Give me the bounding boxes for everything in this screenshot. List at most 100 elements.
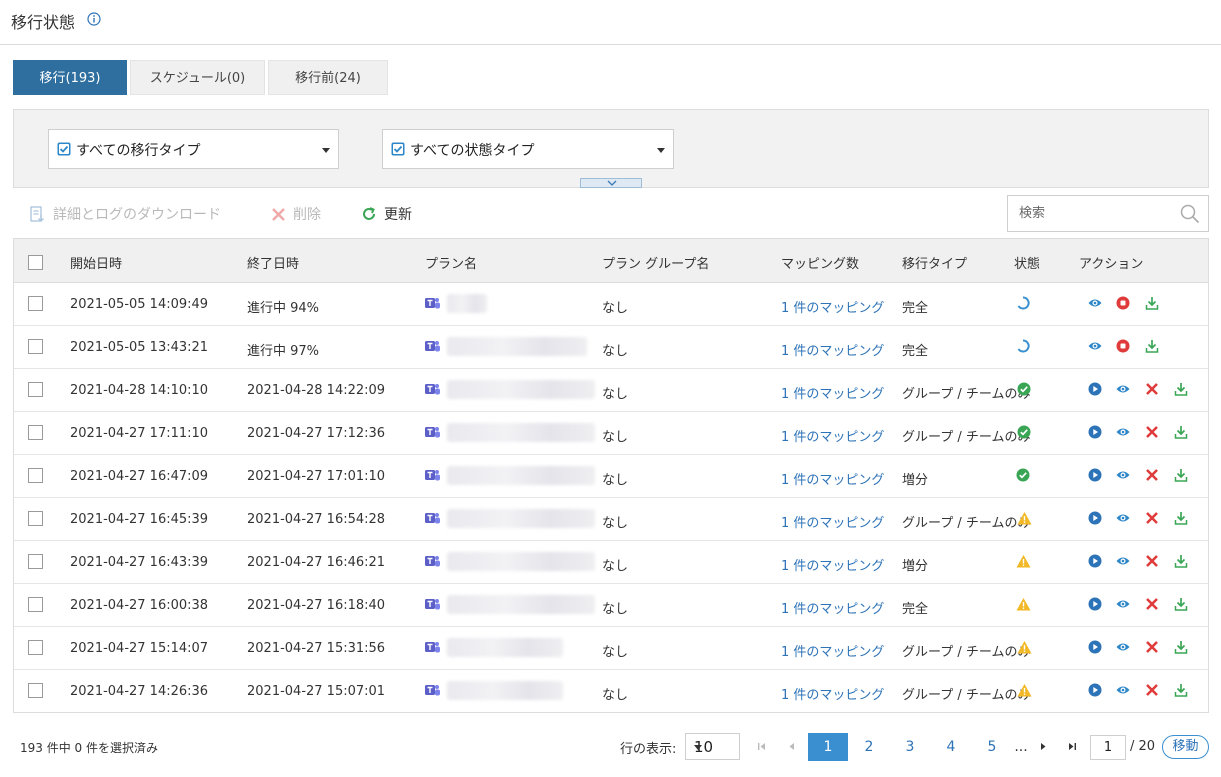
row-checkbox[interactable] bbox=[28, 382, 43, 397]
view-icon[interactable] bbox=[1116, 597, 1130, 611]
download-icon[interactable] bbox=[1174, 683, 1188, 697]
refresh-button[interactable]: 更新 bbox=[361, 203, 412, 225]
delete-icon[interactable] bbox=[1145, 511, 1159, 525]
column-header-mappings[interactable]: マッピング数 bbox=[781, 253, 859, 272]
first-page-icon[interactable] bbox=[757, 742, 766, 751]
status-type-filter[interactable]: すべての状態タイプ bbox=[382, 129, 674, 169]
table-row: 2021-04-27 16:00:38 2021-04-27 16:18:40 なし… bbox=[14, 584, 1208, 627]
page-1-button[interactable]: 1 bbox=[808, 733, 848, 761]
page-2-button[interactable]: 2 bbox=[855, 733, 883, 761]
prev-page-icon[interactable] bbox=[788, 742, 795, 751]
mapping-count-link[interactable]: 1 件のマッピング bbox=[781, 297, 884, 316]
page-number-input[interactable] bbox=[1090, 735, 1126, 760]
view-icon[interactable] bbox=[1088, 296, 1102, 310]
select-all-checkbox[interactable] bbox=[28, 255, 43, 270]
run-icon[interactable] bbox=[1088, 554, 1102, 568]
mapping-count-link[interactable]: 1 件のマッピング bbox=[781, 383, 884, 402]
column-header-end[interactable]: 終了日時 bbox=[247, 253, 299, 272]
column-header-group[interactable]: プラン グループ名 bbox=[602, 253, 709, 272]
column-header-status[interactable]: 状態 bbox=[1014, 253, 1040, 272]
download-icon[interactable] bbox=[1174, 640, 1188, 654]
search-icon[interactable] bbox=[1180, 204, 1200, 224]
download-icon[interactable] bbox=[1174, 597, 1188, 611]
view-icon[interactable] bbox=[1116, 511, 1130, 525]
row-checkbox[interactable] bbox=[28, 296, 43, 311]
delete-icon[interactable] bbox=[1145, 597, 1159, 611]
download-icon[interactable] bbox=[1174, 468, 1188, 482]
delete-icon[interactable] bbox=[1145, 468, 1159, 482]
mapping-count-link[interactable]: 1 件のマッピング bbox=[781, 555, 884, 574]
migration-type-filter[interactable]: すべての移行タイプ bbox=[48, 129, 339, 169]
page-5-button[interactable]: 5 bbox=[978, 733, 1006, 761]
run-icon[interactable] bbox=[1088, 468, 1102, 482]
delete-icon[interactable] bbox=[1145, 554, 1159, 568]
end-time: 進行中 94% bbox=[247, 301, 320, 316]
delete-icon[interactable] bbox=[1145, 640, 1159, 654]
row-checkbox[interactable] bbox=[28, 640, 43, 655]
mapping-count-link[interactable]: 1 件のマッピング bbox=[781, 469, 884, 488]
row-checkbox[interactable] bbox=[28, 554, 43, 569]
start-time: 2021-04-27 16:43:39 bbox=[70, 555, 209, 570]
download-icon[interactable] bbox=[1174, 511, 1188, 525]
view-icon[interactable] bbox=[1088, 339, 1102, 353]
mapping-count-link[interactable]: 1 件のマッピング bbox=[781, 340, 884, 359]
table-row: 2021-04-27 16:47:09 2021-04-27 17:01:10 なし… bbox=[14, 455, 1208, 498]
download-icon[interactable] bbox=[1174, 425, 1188, 439]
delete-button[interactable]: 削除 bbox=[271, 203, 321, 225]
delete-icon[interactable] bbox=[1145, 683, 1159, 697]
start-time: 2021-04-27 16:00:38 bbox=[70, 598, 209, 613]
stop-icon[interactable] bbox=[1116, 339, 1130, 353]
table-row: 2021-04-27 14:26:36 2021-04-27 15:07:01 なし… bbox=[14, 670, 1208, 713]
row-checkbox[interactable] bbox=[28, 683, 43, 698]
mapping-count-link[interactable]: 1 件のマッピング bbox=[781, 598, 884, 617]
mapping-count-link[interactable]: 1 件のマッピング bbox=[781, 426, 884, 445]
row-checkbox[interactable] bbox=[28, 339, 43, 354]
page-4-button[interactable]: 4 bbox=[937, 733, 965, 761]
row-checkbox[interactable] bbox=[28, 425, 43, 440]
end-time: 2021-04-27 15:07:01 bbox=[247, 684, 386, 699]
view-icon[interactable] bbox=[1116, 425, 1130, 439]
plan-name-redacted bbox=[447, 552, 595, 571]
go-to-page-button[interactable]: 移動 bbox=[1162, 735, 1209, 759]
filter-collapse-toggle[interactable] bbox=[580, 178, 642, 188]
row-checkbox[interactable] bbox=[28, 597, 43, 612]
run-icon[interactable] bbox=[1088, 425, 1102, 439]
plan-name-redacted bbox=[447, 466, 595, 485]
mapping-count-link[interactable]: 1 件のマッピング bbox=[781, 641, 884, 660]
mapping-count-link[interactable]: 1 件のマッピング bbox=[781, 684, 884, 703]
delete-icon[interactable] bbox=[1145, 425, 1159, 439]
view-icon[interactable] bbox=[1116, 683, 1130, 697]
next-page-icon[interactable] bbox=[1040, 742, 1047, 751]
run-icon[interactable] bbox=[1088, 597, 1102, 611]
info-icon[interactable] bbox=[87, 12, 101, 26]
mapping-count-link[interactable]: 1 件のマッピング bbox=[781, 512, 884, 531]
download-icon[interactable] bbox=[1174, 382, 1188, 396]
row-checkbox[interactable] bbox=[28, 468, 43, 483]
page-3-button[interactable]: 3 bbox=[896, 733, 924, 761]
run-icon[interactable] bbox=[1088, 640, 1102, 654]
column-header-type[interactable]: 移行タイプ bbox=[902, 253, 967, 272]
run-icon[interactable] bbox=[1088, 683, 1102, 697]
view-icon[interactable] bbox=[1116, 382, 1130, 396]
rows-per-page-select[interactable]: 10 bbox=[685, 733, 740, 760]
last-page-icon[interactable] bbox=[1068, 742, 1077, 751]
row-checkbox[interactable] bbox=[28, 511, 43, 526]
tab-pre-migration[interactable]: 移行前(24) bbox=[268, 60, 388, 95]
search-input[interactable] bbox=[1008, 196, 1178, 231]
column-header-start[interactable]: 開始日時 bbox=[70, 253, 122, 272]
tab-schedule[interactable]: スケジュール(0) bbox=[130, 60, 265, 95]
view-icon[interactable] bbox=[1116, 468, 1130, 482]
view-icon[interactable] bbox=[1116, 554, 1130, 568]
download-icon[interactable] bbox=[1174, 554, 1188, 568]
column-header-plan[interactable]: プラン名 bbox=[425, 253, 477, 272]
download-icon[interactable] bbox=[1145, 339, 1159, 353]
stop-icon[interactable] bbox=[1116, 296, 1130, 310]
delete-icon[interactable] bbox=[1145, 382, 1159, 396]
migration-type-filter-label: すべての移行タイプ bbox=[76, 143, 201, 159]
run-icon[interactable] bbox=[1088, 382, 1102, 396]
download-icon[interactable] bbox=[1145, 296, 1159, 310]
download-logs-button[interactable]: 詳細とログのダウンロード bbox=[29, 203, 221, 225]
run-icon[interactable] bbox=[1088, 511, 1102, 525]
tab-migration[interactable]: 移行(193) bbox=[13, 60, 127, 95]
view-icon[interactable] bbox=[1116, 640, 1130, 654]
